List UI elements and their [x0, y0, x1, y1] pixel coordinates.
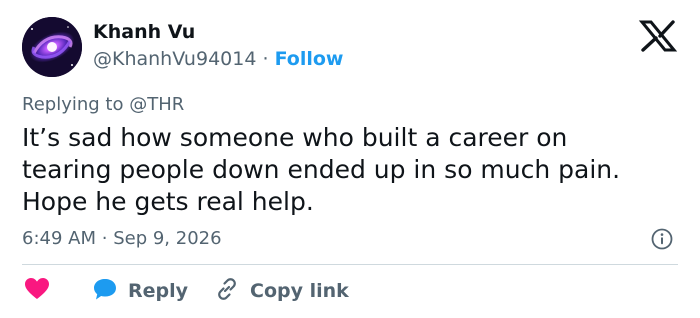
divider — [22, 264, 678, 265]
replying-to-label: Replying to — [22, 94, 124, 115]
reply-label: Reply — [128, 280, 189, 302]
x-logo-icon[interactable] — [638, 20, 678, 52]
follow-button[interactable]: Follow — [275, 48, 344, 70]
replying-to-mention[interactable]: @THR — [129, 94, 184, 115]
reply-button[interactable]: Reply — [92, 276, 188, 306]
handle-separator: · — [262, 48, 269, 70]
link-icon — [214, 276, 240, 306]
action-bar: Reply Copy link — [22, 276, 682, 306]
info-icon[interactable] — [651, 228, 673, 250]
author-handle[interactable]: @KhanhVu94014 — [93, 48, 256, 70]
speech-bubble-icon — [92, 277, 118, 305]
tweet-date: Sep 9, 2026 — [113, 228, 222, 249]
timestamp-separator: · — [101, 228, 108, 249]
copy-link-label: Copy link — [250, 280, 349, 302]
heart-icon — [24, 277, 50, 305]
avatar[interactable] — [22, 17, 82, 77]
tweet-time: 6:49 AM — [22, 228, 96, 249]
author-name[interactable]: Khanh Vu — [93, 21, 195, 43]
like-button[interactable] — [24, 276, 50, 306]
author-handle-row: @KhanhVu94014 · Follow — [93, 48, 343, 70]
tweet-text: It’s sad how someone who built a career … — [22, 123, 621, 216]
tweet-timestamp[interactable]: 6:49 AM · Sep 9, 2026 — [22, 228, 222, 249]
copy-link-button[interactable]: Copy link — [214, 276, 349, 306]
replying-to: Replying to @THR — [22, 94, 184, 115]
